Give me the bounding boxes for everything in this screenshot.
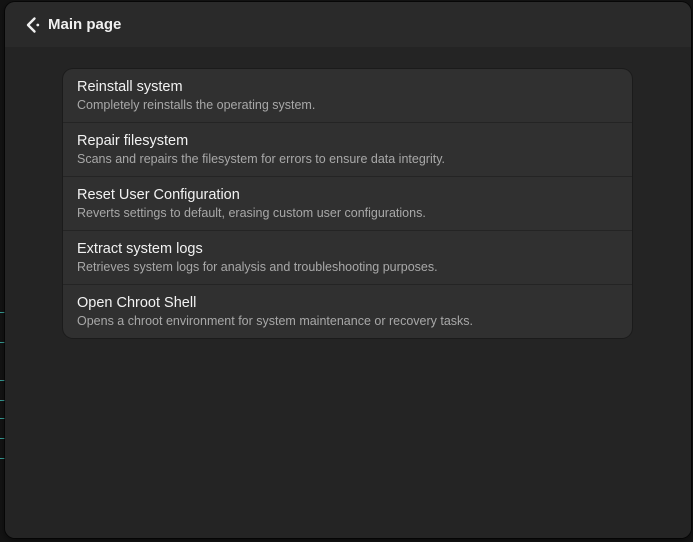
option-reinstall-system[interactable]: Reinstall system Completely reinstalls t… [63,69,632,123]
option-description: Retrieves system logs for analysis and t… [77,259,438,274]
recovery-dialog: Main page Reinstall system Completely re… [5,2,691,538]
recovery-options-list: Reinstall system Completely reinstalls t… [63,69,632,338]
back-button-label: Main page [48,16,122,33]
option-extract-system-logs[interactable]: Extract system logs Retrieves system log… [63,231,632,285]
option-open-chroot-shell[interactable]: Open Chroot Shell Opens a chroot environ… [63,285,632,338]
option-title: Reset User Configuration [77,186,240,203]
header-bar: Main page [5,2,691,47]
option-reset-user-configuration[interactable]: Reset User Configuration Reverts setting… [63,177,632,231]
option-description: Scans and repairs the filesystem for err… [77,151,445,166]
option-description: Reverts settings to default, erasing cus… [77,205,426,220]
chevron-left-icon [21,14,43,36]
option-description: Opens a chroot environment for system ma… [77,313,474,328]
option-title: Extract system logs [77,240,203,257]
back-button[interactable]: Main page [19,9,127,41]
option-title: Reinstall system [77,78,183,95]
option-title: Open Chroot Shell [77,294,197,311]
main-content: Reinstall system Completely reinstalls t… [5,47,691,538]
option-title: Repair filesystem [77,132,189,149]
option-repair-filesystem[interactable]: Repair filesystem Scans and repairs the … [63,123,632,177]
option-description: Completely reinstalls the operating syst… [77,97,316,112]
